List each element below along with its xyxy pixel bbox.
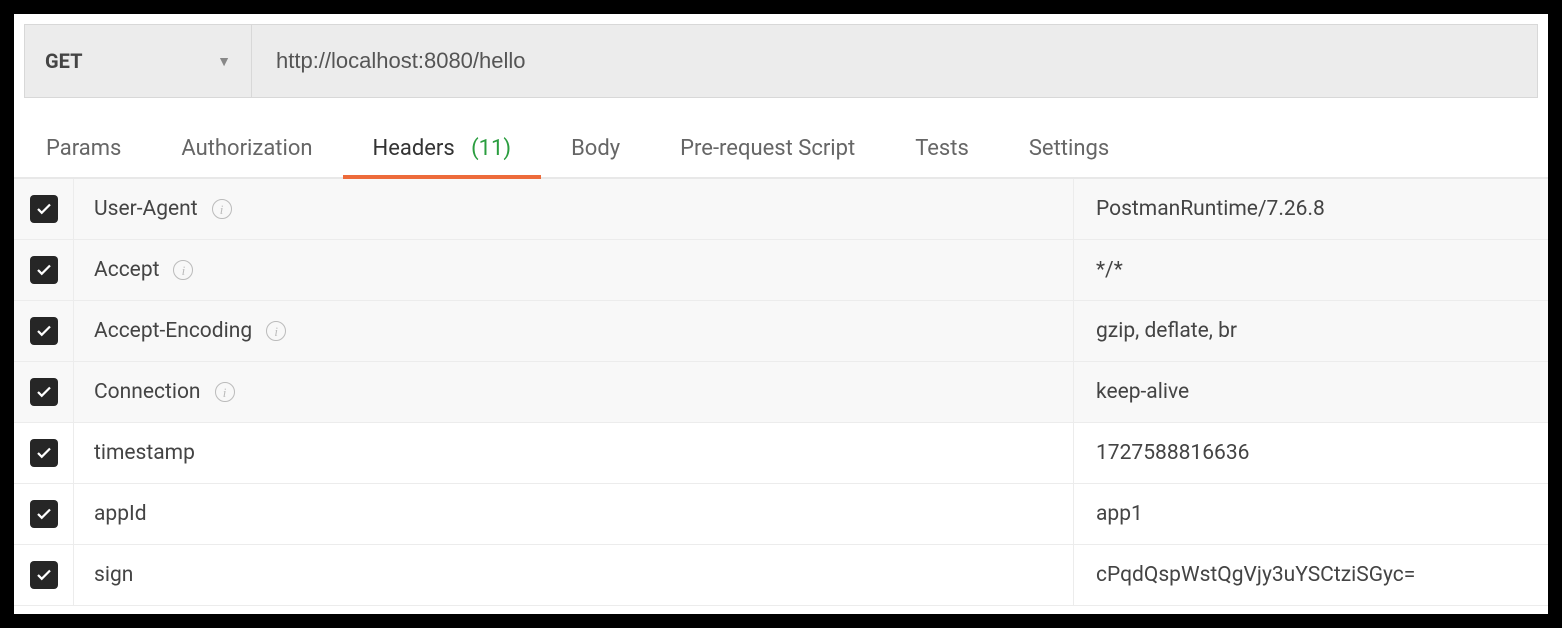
header-checkbox-cell <box>14 179 74 239</box>
header-enabled-checkbox[interactable] <box>30 561 58 589</box>
url-input[interactable] <box>252 25 1537 97</box>
header-value: keep-alive <box>1096 380 1189 404</box>
header-key-cell[interactable]: Connection i <box>74 362 1074 422</box>
header-enabled-checkbox[interactable] <box>30 256 58 284</box>
header-key-cell[interactable]: appId <box>74 484 1074 544</box>
header-key-cell[interactable]: User-Agent i <box>74 179 1074 239</box>
tab-params[interactable]: Params <box>34 128 151 177</box>
tab-settings-label: Settings <box>1029 136 1109 161</box>
http-method-label: GET <box>45 49 82 73</box>
header-key-cell[interactable]: Accept-Encoding i <box>74 301 1074 361</box>
header-key: timestamp <box>94 441 195 465</box>
request-bar: GET ▼ <box>24 24 1538 98</box>
header-value: app1 <box>1096 502 1143 526</box>
header-value-cell[interactable]: keep-alive <box>1074 380 1548 404</box>
header-value-cell[interactable]: PostmanRuntime/7.26.8 <box>1074 197 1548 221</box>
tab-authorization[interactable]: Authorization <box>151 128 342 177</box>
tab-headers-count: (11) <box>471 136 511 161</box>
header-value-cell[interactable]: 1727588816636 <box>1074 441 1548 465</box>
header-checkbox-cell <box>14 240 74 300</box>
tab-headers-label: Headers <box>373 136 455 161</box>
header-row: Accepti */* <box>14 240 1548 301</box>
tab-settings[interactable]: Settings <box>999 128 1139 177</box>
header-enabled-checkbox[interactable] <box>30 195 58 223</box>
tab-prerequest[interactable]: Pre-request Script <box>650 128 885 177</box>
tab-body[interactable]: Body <box>541 128 650 177</box>
info-icon[interactable]: i <box>266 321 286 341</box>
header-row: timestamp 1727588816636 <box>14 423 1548 484</box>
header-value-cell[interactable]: cPqdQspWstQgVjy3uYSCtziSGyc= <box>1074 563 1548 587</box>
header-row: Accept-Encoding i gzip, deflate, br <box>14 301 1548 362</box>
tab-headers[interactable]: Headers (11) <box>343 128 542 177</box>
header-value-cell[interactable]: app1 <box>1074 502 1548 526</box>
header-key-cell[interactable]: timestamp <box>74 423 1074 483</box>
tab-tests-label: Tests <box>915 136 969 161</box>
header-checkbox-cell <box>14 545 74 605</box>
header-enabled-checkbox[interactable] <box>30 439 58 467</box>
header-value: 1727588816636 <box>1096 441 1249 465</box>
tab-prerequest-label: Pre-request Script <box>680 136 855 161</box>
tab-tests[interactable]: Tests <box>885 128 999 177</box>
tab-authorization-label: Authorization <box>181 136 312 161</box>
header-row: Connection i keep-alive <box>14 362 1548 423</box>
header-value: PostmanRuntime/7.26.8 <box>1096 197 1325 221</box>
headers-table: User-AgentiPostmanRuntime/7.26.8Accepti*… <box>14 179 1548 614</box>
header-key: appId <box>94 502 147 526</box>
http-method-select[interactable]: GET ▼ <box>25 25 252 97</box>
info-icon[interactable]: i <box>173 260 193 280</box>
header-checkbox-cell <box>14 301 74 361</box>
tab-body-label: Body <box>571 136 620 161</box>
header-checkbox-cell <box>14 484 74 544</box>
header-row: sign cPqdQspWstQgVjy3uYSCtziSGyc= <box>14 545 1548 606</box>
header-row: User-Agent i PostmanRuntime/7.26.8 <box>14 179 1548 240</box>
header-key: sign <box>94 563 133 587</box>
postman-request-panel: GET ▼ Params Authorization Headers (11) … <box>14 14 1548 614</box>
header-enabled-checkbox[interactable] <box>30 500 58 528</box>
header-value: gzip, deflate, br <box>1096 319 1237 343</box>
header-key: Connection <box>94 380 201 404</box>
header-value: cPqdQspWstQgVjy3uYSCtziSGyc= <box>1096 563 1415 587</box>
header-enabled-checkbox[interactable] <box>30 317 58 345</box>
info-icon[interactable]: i <box>215 382 235 402</box>
header-value-cell[interactable]: */* <box>1074 258 1548 282</box>
header-row: appId app1 <box>14 484 1548 545</box>
header-key: User-Agent <box>94 197 198 221</box>
header-checkbox-cell <box>14 423 74 483</box>
header-value-cell[interactable]: gzip, deflate, br <box>1074 319 1548 343</box>
header-key: Accept <box>94 258 159 282</box>
info-icon[interactable]: i <box>212 199 232 219</box>
chevron-down-icon: ▼ <box>217 53 231 70</box>
header-key-cell[interactable]: sign <box>74 545 1074 605</box>
header-enabled-checkbox[interactable] <box>30 378 58 406</box>
header-value: */* <box>1096 258 1123 282</box>
header-key-cell[interactable]: Accepti <box>74 240 1074 300</box>
request-tabs: Params Authorization Headers (11) Body P… <box>14 98 1548 179</box>
header-key: Accept-Encoding <box>94 319 252 343</box>
tab-params-label: Params <box>46 136 121 161</box>
header-checkbox-cell <box>14 362 74 422</box>
